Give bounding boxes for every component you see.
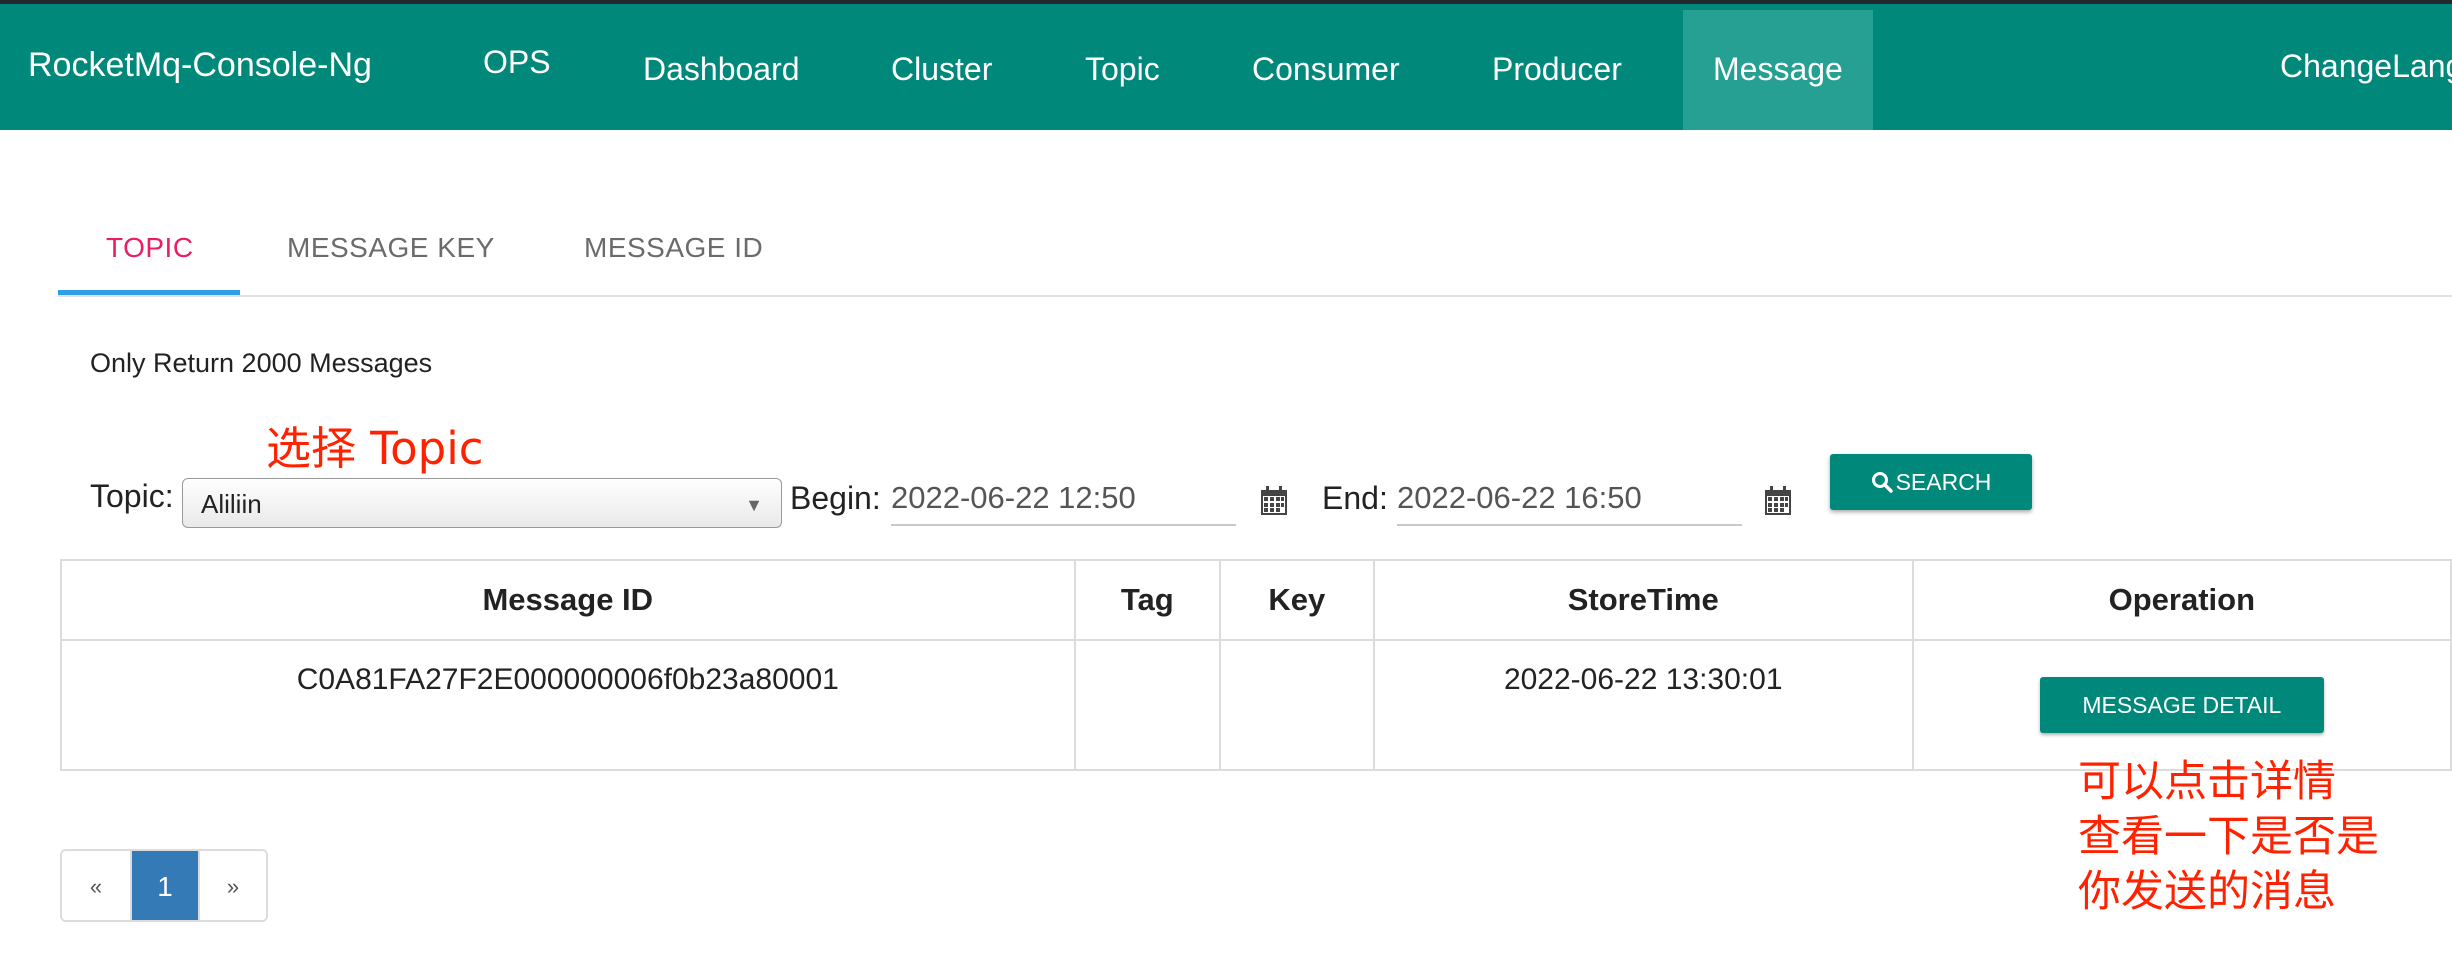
annotation-line: 查看一下是否是 <box>2078 812 2379 862</box>
topic-select[interactable]: Aliliin ▼ <box>182 478 782 528</box>
end-date-input[interactable] <box>1397 472 1742 526</box>
page: RocketMq-Console-Ng OPS Dashboard Cluste… <box>0 0 2452 964</box>
cell-store-time: 2022-06-22 13:30:01 <box>1372 639 1914 771</box>
top-navbar: RocketMq-Console-Ng OPS Dashboard Cluste… <box>0 4 2452 130</box>
header-key: Key <box>1218 559 1375 641</box>
active-tab-indicator <box>58 290 240 295</box>
search-icon <box>1871 472 1893 493</box>
annotation-line: 你发送的消息 <box>2078 867 2336 917</box>
calendar-icon[interactable] <box>1260 486 1288 516</box>
brand-title[interactable]: RocketMq-Console-Ng <box>28 46 372 85</box>
begin-label: Begin: <box>790 480 881 516</box>
dropdown-caret-icon: ▼ <box>745 495 763 515</box>
change-language-menu[interactable]: ChangeLang <box>2280 48 2452 85</box>
cell-message-id: C0A81FA27F2E000000006f0b23a80001 <box>60 639 1076 771</box>
cell-key <box>1218 639 1375 771</box>
topic-select-value: Aliliin <box>201 489 262 519</box>
annotation-select-topic: 选择 Topic <box>266 422 484 475</box>
begin-date-input[interactable] <box>891 472 1236 526</box>
header-message-id: Message ID <box>60 559 1076 641</box>
tab-message-id[interactable]: MESSAGE ID <box>584 232 763 264</box>
pagination: « 1 » <box>60 849 268 922</box>
pagination-prev[interactable]: « <box>62 851 130 920</box>
messages-table: Message ID Tag Key StoreTime Operation C… <box>60 559 2452 771</box>
topic-label: Topic: <box>90 478 174 514</box>
calendar-icon[interactable] <box>1764 486 1792 516</box>
header-store-time: StoreTime <box>1372 559 1914 641</box>
search-button-label: SEARCH <box>1895 468 1992 495</box>
header-tag: Tag <box>1073 559 1221 641</box>
nav-cluster[interactable]: Cluster <box>891 51 992 88</box>
annotation-detail-hint: 可以点击详情 查看一下是否是 你发送的消息 <box>2078 755 2379 920</box>
tab-message-key[interactable]: MESSAGE KEY <box>287 232 495 264</box>
cell-operation: MESSAGE DETAIL <box>1911 639 2452 771</box>
result-limit-note: Only Return 2000 Messages <box>90 348 433 378</box>
message-detail-button[interactable]: MESSAGE DETAIL <box>2039 677 2324 733</box>
nav-topic[interactable]: Topic <box>1085 51 1160 88</box>
tab-topic[interactable]: TOPIC <box>106 232 194 264</box>
cell-tag <box>1073 639 1221 771</box>
pagination-next[interactable]: » <box>198 851 266 920</box>
nav-dashboard[interactable]: Dashboard <box>643 51 800 88</box>
nav-ops[interactable]: OPS <box>483 44 551 81</box>
tabs-divider <box>58 295 2452 297</box>
annotation-line: 可以点击详情 <box>2078 757 2336 807</box>
table-row: C0A81FA27F2E000000006f0b23a80001 2022-06… <box>60 639 2452 771</box>
header-operation: Operation <box>1911 559 2452 641</box>
pagination-page[interactable]: 1 <box>130 851 198 920</box>
table-header-row: Message ID Tag Key StoreTime Operation <box>60 559 2452 641</box>
nav-message[interactable]: Message <box>1713 51 1843 88</box>
nav-producer[interactable]: Producer <box>1492 51 1622 88</box>
nav-consumer[interactable]: Consumer <box>1252 51 1400 88</box>
end-label: End: <box>1322 480 1388 516</box>
search-button[interactable]: SEARCH <box>1830 454 2032 510</box>
